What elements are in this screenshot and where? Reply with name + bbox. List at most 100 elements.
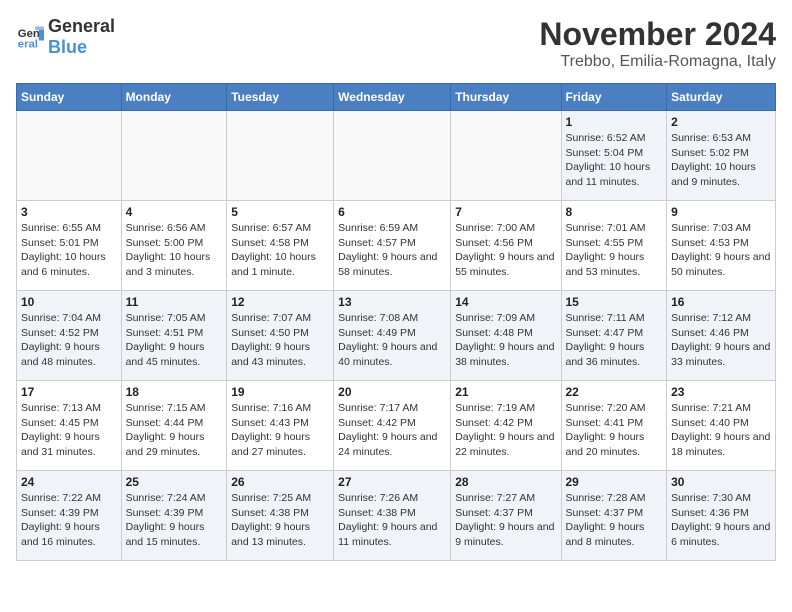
calendar-cell: 29 Sunrise: 7:28 AM Sunset: 4:37 PM Dayli…	[561, 471, 667, 561]
day-info: Sunrise: 7:17 AM Sunset: 4:42 PM Dayligh…	[338, 401, 446, 460]
calendar-cell	[334, 111, 451, 201]
calendar-week-row: 1 Sunrise: 6:52 AM Sunset: 5:04 PM Daylig…	[17, 111, 776, 201]
day-info: Sunrise: 7:09 AM Sunset: 4:48 PM Dayligh…	[455, 311, 556, 370]
calendar-cell: 17 Sunrise: 7:13 AM Sunset: 4:45 PM Dayli…	[17, 381, 122, 471]
weekday-header: Sunday	[17, 84, 122, 111]
day-number: 7	[455, 205, 556, 219]
calendar-cell: 24Sunrise: 7:22 AM Sunset: 4:39 PM Dayli…	[17, 471, 122, 561]
day-number: 6	[338, 205, 446, 219]
day-number: 21	[455, 385, 556, 399]
day-info: Sunrise: 7:13 AM Sunset: 4:45 PM Dayligh…	[21, 401, 117, 460]
calendar-cell	[227, 111, 334, 201]
calendar-cell: 4 Sunrise: 6:56 AM Sunset: 5:00 PM Daylig…	[121, 201, 227, 291]
calendar-cell: 8Sunrise: 7:01 AM Sunset: 4:55 PM Daylig…	[561, 201, 667, 291]
calendar-cell: 1 Sunrise: 6:52 AM Sunset: 5:04 PM Daylig…	[561, 111, 667, 201]
day-info: Sunrise: 6:52 AM Sunset: 5:04 PM Dayligh…	[566, 131, 663, 190]
calendar-cell: 26Sunrise: 7:25 AM Sunset: 4:38 PM Dayli…	[227, 471, 334, 561]
calendar-cell: 13 Sunrise: 7:08 AM Sunset: 4:49 PM Dayli…	[334, 291, 451, 381]
day-number: 15	[566, 295, 663, 309]
day-info: Sunrise: 7:24 AM Sunset: 4:39 PM Dayligh…	[126, 491, 223, 550]
day-info: Sunrise: 7:16 AM Sunset: 4:43 PM Dayligh…	[231, 401, 329, 460]
calendar-cell: 2 Sunrise: 6:53 AM Sunset: 5:02 PM Daylig…	[667, 111, 776, 201]
day-info: Sunrise: 7:25 AM Sunset: 4:38 PM Dayligh…	[231, 491, 329, 550]
day-number: 10	[21, 295, 117, 309]
calendar-cell: 16 Sunrise: 7:12 AM Sunset: 4:46 PM Dayli…	[667, 291, 776, 381]
day-number: 12	[231, 295, 329, 309]
calendar-body: 1 Sunrise: 6:52 AM Sunset: 5:04 PM Daylig…	[17, 111, 776, 561]
calendar-week-row: 17 Sunrise: 7:13 AM Sunset: 4:45 PM Dayli…	[17, 381, 776, 471]
calendar-header-row: SundayMondayTuesdayWednesdayThursdayFrid…	[17, 84, 776, 111]
weekday-header: Tuesday	[227, 84, 334, 111]
calendar-cell: 7Sunrise: 7:00 AM Sunset: 4:56 PM Daylig…	[451, 201, 561, 291]
day-number: 8	[566, 205, 663, 219]
weekday-header: Wednesday	[334, 84, 451, 111]
day-info: Sunrise: 7:30 AM Sunset: 4:36 PM Dayligh…	[671, 491, 771, 550]
calendar-cell: 9 Sunrise: 7:03 AM Sunset: 4:53 PM Daylig…	[667, 201, 776, 291]
day-info: Sunrise: 6:57 AM Sunset: 4:58 PM Dayligh…	[231, 221, 329, 280]
day-number: 27	[338, 475, 446, 489]
day-number: 29	[566, 475, 663, 489]
weekday-header: Thursday	[451, 84, 561, 111]
logo-icon: Gen eral	[16, 23, 44, 51]
day-number: 30	[671, 475, 771, 489]
calendar-week-row: 3Sunrise: 6:55 AM Sunset: 5:01 PM Daylig…	[17, 201, 776, 291]
day-number: 22	[566, 385, 663, 399]
calendar-cell: 15 Sunrise: 7:11 AM Sunset: 4:47 PM Dayli…	[561, 291, 667, 381]
day-info: Sunrise: 6:53 AM Sunset: 5:02 PM Dayligh…	[671, 131, 771, 190]
calendar-cell: 14 Sunrise: 7:09 AM Sunset: 4:48 PM Dayli…	[451, 291, 561, 381]
calendar-cell: 23Sunrise: 7:21 AM Sunset: 4:40 PM Dayli…	[667, 381, 776, 471]
page-header: Gen eral General Blue November 2024 Treb…	[16, 16, 776, 71]
day-number: 9	[671, 205, 771, 219]
calendar-cell: 5 Sunrise: 6:57 AM Sunset: 4:58 PM Daylig…	[227, 201, 334, 291]
calendar-cell: 19 Sunrise: 7:16 AM Sunset: 4:43 PM Dayli…	[227, 381, 334, 471]
day-info: Sunrise: 7:08 AM Sunset: 4:49 PM Dayligh…	[338, 311, 446, 370]
day-number: 28	[455, 475, 556, 489]
day-info: Sunrise: 7:26 AM Sunset: 4:38 PM Dayligh…	[338, 491, 446, 550]
day-number: 11	[126, 295, 223, 309]
day-number: 13	[338, 295, 446, 309]
day-number: 5	[231, 205, 329, 219]
day-info: Sunrise: 7:27 AM Sunset: 4:37 PM Dayligh…	[455, 491, 556, 550]
calendar-cell: 25 Sunrise: 7:24 AM Sunset: 4:39 PM Dayli…	[121, 471, 227, 561]
day-number: 18	[126, 385, 223, 399]
day-number: 2	[671, 115, 771, 129]
day-number: 16	[671, 295, 771, 309]
calendar-cell: 27 Sunrise: 7:26 AM Sunset: 4:38 PM Dayli…	[334, 471, 451, 561]
day-number: 25	[126, 475, 223, 489]
day-info: Sunrise: 6:56 AM Sunset: 5:00 PM Dayligh…	[126, 221, 223, 280]
title-area: November 2024 Trebbo, Emilia-Romagna, It…	[539, 16, 776, 71]
day-number: 14	[455, 295, 556, 309]
weekday-header: Friday	[561, 84, 667, 111]
day-number: 20	[338, 385, 446, 399]
calendar-cell: 20 Sunrise: 7:17 AM Sunset: 4:42 PM Dayli…	[334, 381, 451, 471]
logo-general-text: General	[48, 16, 115, 36]
day-number: 23	[671, 385, 771, 399]
weekday-header: Saturday	[667, 84, 776, 111]
svg-text:eral: eral	[18, 39, 38, 51]
day-info: Sunrise: 6:59 AM Sunset: 4:57 PM Dayligh…	[338, 221, 446, 280]
day-number: 19	[231, 385, 329, 399]
weekday-header: Monday	[121, 84, 227, 111]
calendar-cell: 18Sunrise: 7:15 AM Sunset: 4:44 PM Dayli…	[121, 381, 227, 471]
month-year-title: November 2024	[539, 16, 776, 53]
day-info: Sunrise: 7:11 AM Sunset: 4:47 PM Dayligh…	[566, 311, 663, 370]
calendar-cell: 3Sunrise: 6:55 AM Sunset: 5:01 PM Daylig…	[17, 201, 122, 291]
day-info: Sunrise: 7:04 AM Sunset: 4:52 PM Dayligh…	[21, 311, 117, 370]
day-info: Sunrise: 7:28 AM Sunset: 4:37 PM Dayligh…	[566, 491, 663, 550]
day-info: Sunrise: 7:12 AM Sunset: 4:46 PM Dayligh…	[671, 311, 771, 370]
day-info: Sunrise: 7:07 AM Sunset: 4:50 PM Dayligh…	[231, 311, 329, 370]
day-info: Sunrise: 7:03 AM Sunset: 4:53 PM Dayligh…	[671, 221, 771, 280]
calendar-cell	[451, 111, 561, 201]
calendar-cell: 10 Sunrise: 7:04 AM Sunset: 4:52 PM Dayli…	[17, 291, 122, 381]
calendar-cell: 6 Sunrise: 6:59 AM Sunset: 4:57 PM Daylig…	[334, 201, 451, 291]
calendar-cell: 11Sunrise: 7:05 AM Sunset: 4:51 PM Dayli…	[121, 291, 227, 381]
day-number: 1	[566, 115, 663, 129]
day-number: 17	[21, 385, 117, 399]
calendar-cell	[17, 111, 122, 201]
calendar-cell: 30 Sunrise: 7:30 AM Sunset: 4:36 PM Dayli…	[667, 471, 776, 561]
day-number: 3	[21, 205, 117, 219]
day-number: 24	[21, 475, 117, 489]
logo-blue-text: Blue	[48, 37, 87, 57]
day-number: 4	[126, 205, 223, 219]
day-info: Sunrise: 7:19 AM Sunset: 4:42 PM Dayligh…	[455, 401, 556, 460]
